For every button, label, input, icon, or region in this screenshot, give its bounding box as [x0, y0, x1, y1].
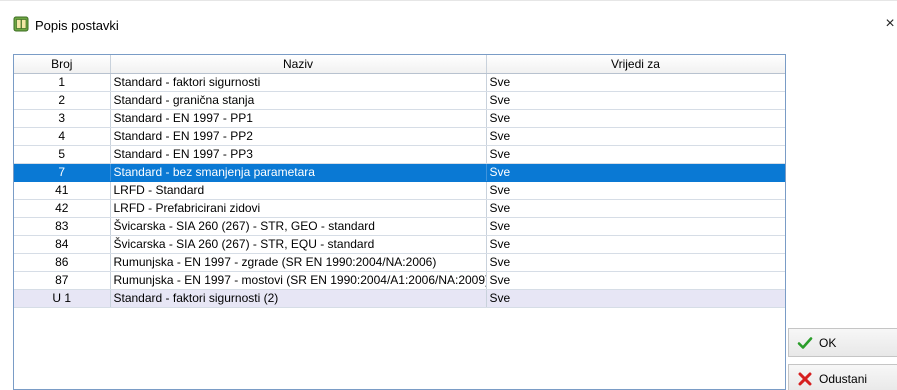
cell-vrijedi-za: Sve: [486, 127, 785, 146]
cell-vrijedi-za: Sve: [486, 253, 785, 272]
cell-naziv: Rumunjska - EN 1997 - zgrade (SR EN 1990…: [110, 253, 487, 272]
cell-broj: 42: [14, 199, 111, 218]
cell-naziv: LRFD - Prefabricirani zidovi: [110, 199, 487, 218]
table-row[interactable]: 3 Standard - EN 1997 - PP1 Sve: [14, 109, 785, 128]
cell-naziv: Standard - EN 1997 - PP3: [110, 145, 487, 164]
cell-naziv: Švicarska - SIA 260 (267) - STR, EQU - s…: [110, 235, 487, 254]
table-row[interactable]: 84 Švicarska - SIA 260 (267) - STR, EQU -…: [14, 235, 785, 254]
table-row[interactable]: U 1 Standard - faktori sigurnosti (2) Sve: [14, 289, 785, 308]
table-row[interactable]: 83 Švicarska - SIA 260 (267) - STR, GEO -…: [14, 217, 785, 236]
cell-naziv: Standard - EN 1997 - PP2: [110, 127, 487, 146]
cell-broj: 5: [14, 145, 111, 164]
column-header-broj[interactable]: Broj: [14, 55, 111, 74]
cell-vrijedi-za: Sve: [486, 289, 785, 308]
dialog-titlebar: Popis postavki ×: [0, 6, 897, 38]
dialog-title: Popis postavki: [35, 18, 119, 33]
cell-broj: 87: [14, 271, 111, 290]
cell-broj: 7: [14, 163, 111, 182]
ok-button[interactable]: OK: [788, 328, 897, 357]
cell-vrijedi-za: Sve: [486, 145, 785, 164]
table-row[interactable]: 86 Rumunjska - EN 1997 - zgrade (SR EN 19…: [14, 253, 785, 272]
cell-naziv: LRFD - Standard: [110, 181, 487, 200]
settings-table: Broj Naziv Vrijedi za 1 Standard - faktor…: [13, 54, 786, 390]
cell-broj: 84: [14, 235, 111, 254]
cell-vrijedi-za: Sve: [486, 271, 785, 290]
window-top-edge: [0, 0, 897, 1]
table-header-row: Broj Naziv Vrijedi za: [14, 55, 785, 74]
table-row[interactable]: 1 Standard - faktori sigurnosti Sve: [14, 73, 785, 92]
cell-broj: 1: [14, 73, 111, 92]
table-row[interactable]: 42 LRFD - Prefabricirani zidovi Sve: [14, 199, 785, 218]
table-row[interactable]: 2 Standard - granična stanja Sve: [14, 91, 785, 110]
cell-naziv: Standard - bez smanjenja parametara: [110, 163, 487, 182]
cell-vrijedi-za: Sve: [486, 91, 785, 110]
cancel-button-label: Odustani: [819, 371, 868, 386]
table-row[interactable]: 87 Rumunjska - EN 1997 - mostovi (SR EN 1…: [14, 271, 785, 290]
column-header-naziv[interactable]: Naziv: [110, 55, 487, 74]
ok-button-label: OK: [819, 335, 837, 350]
cell-vrijedi-za: Sve: [486, 217, 785, 236]
cell-vrijedi-za: Sve: [486, 235, 785, 254]
cancel-button[interactable]: Odustani: [788, 364, 897, 390]
cell-broj: U 1: [14, 289, 111, 308]
cell-vrijedi-za: Sve: [486, 163, 785, 182]
cell-vrijedi-za: Sve: [486, 73, 785, 92]
cell-naziv: Standard - EN 1997 - PP1: [110, 109, 487, 128]
cross-icon: [798, 372, 812, 385]
cell-broj: 86: [14, 253, 111, 272]
table-row[interactable]: 7 Standard - bez smanjenja parametara Sve: [14, 163, 785, 182]
cell-broj: 4: [14, 127, 111, 146]
column-header-vrijedi-za[interactable]: Vrijedi za: [486, 55, 785, 74]
table-row[interactable]: 5 Standard - EN 1997 - PP3 Sve: [14, 145, 785, 164]
book-icon: [13, 16, 29, 32]
close-button[interactable]: ×: [882, 15, 897, 33]
cell-broj: 2: [14, 91, 111, 110]
cell-vrijedi-za: Sve: [486, 109, 785, 128]
cell-broj: 3: [14, 109, 111, 128]
check-icon: [797, 336, 813, 349]
cell-vrijedi-za: Sve: [486, 199, 785, 218]
table-row[interactable]: 41 LRFD - Standard Sve: [14, 181, 785, 200]
cell-broj: 83: [14, 217, 111, 236]
cell-vrijedi-za: Sve: [486, 181, 785, 200]
cell-naziv: Standard - granična stanja: [110, 91, 487, 110]
cell-naziv: Rumunjska - EN 1997 - mostovi (SR EN 199…: [110, 271, 487, 290]
cell-naziv: Standard - faktori sigurnosti: [110, 73, 487, 92]
cell-broj: 41: [14, 181, 111, 200]
table-row[interactable]: 4 Standard - EN 1997 - PP2 Sve: [14, 127, 785, 146]
cell-naziv: Švicarska - SIA 260 (267) - STR, GEO - s…: [110, 217, 487, 236]
cell-naziv: Standard - faktori sigurnosti (2): [110, 289, 487, 308]
